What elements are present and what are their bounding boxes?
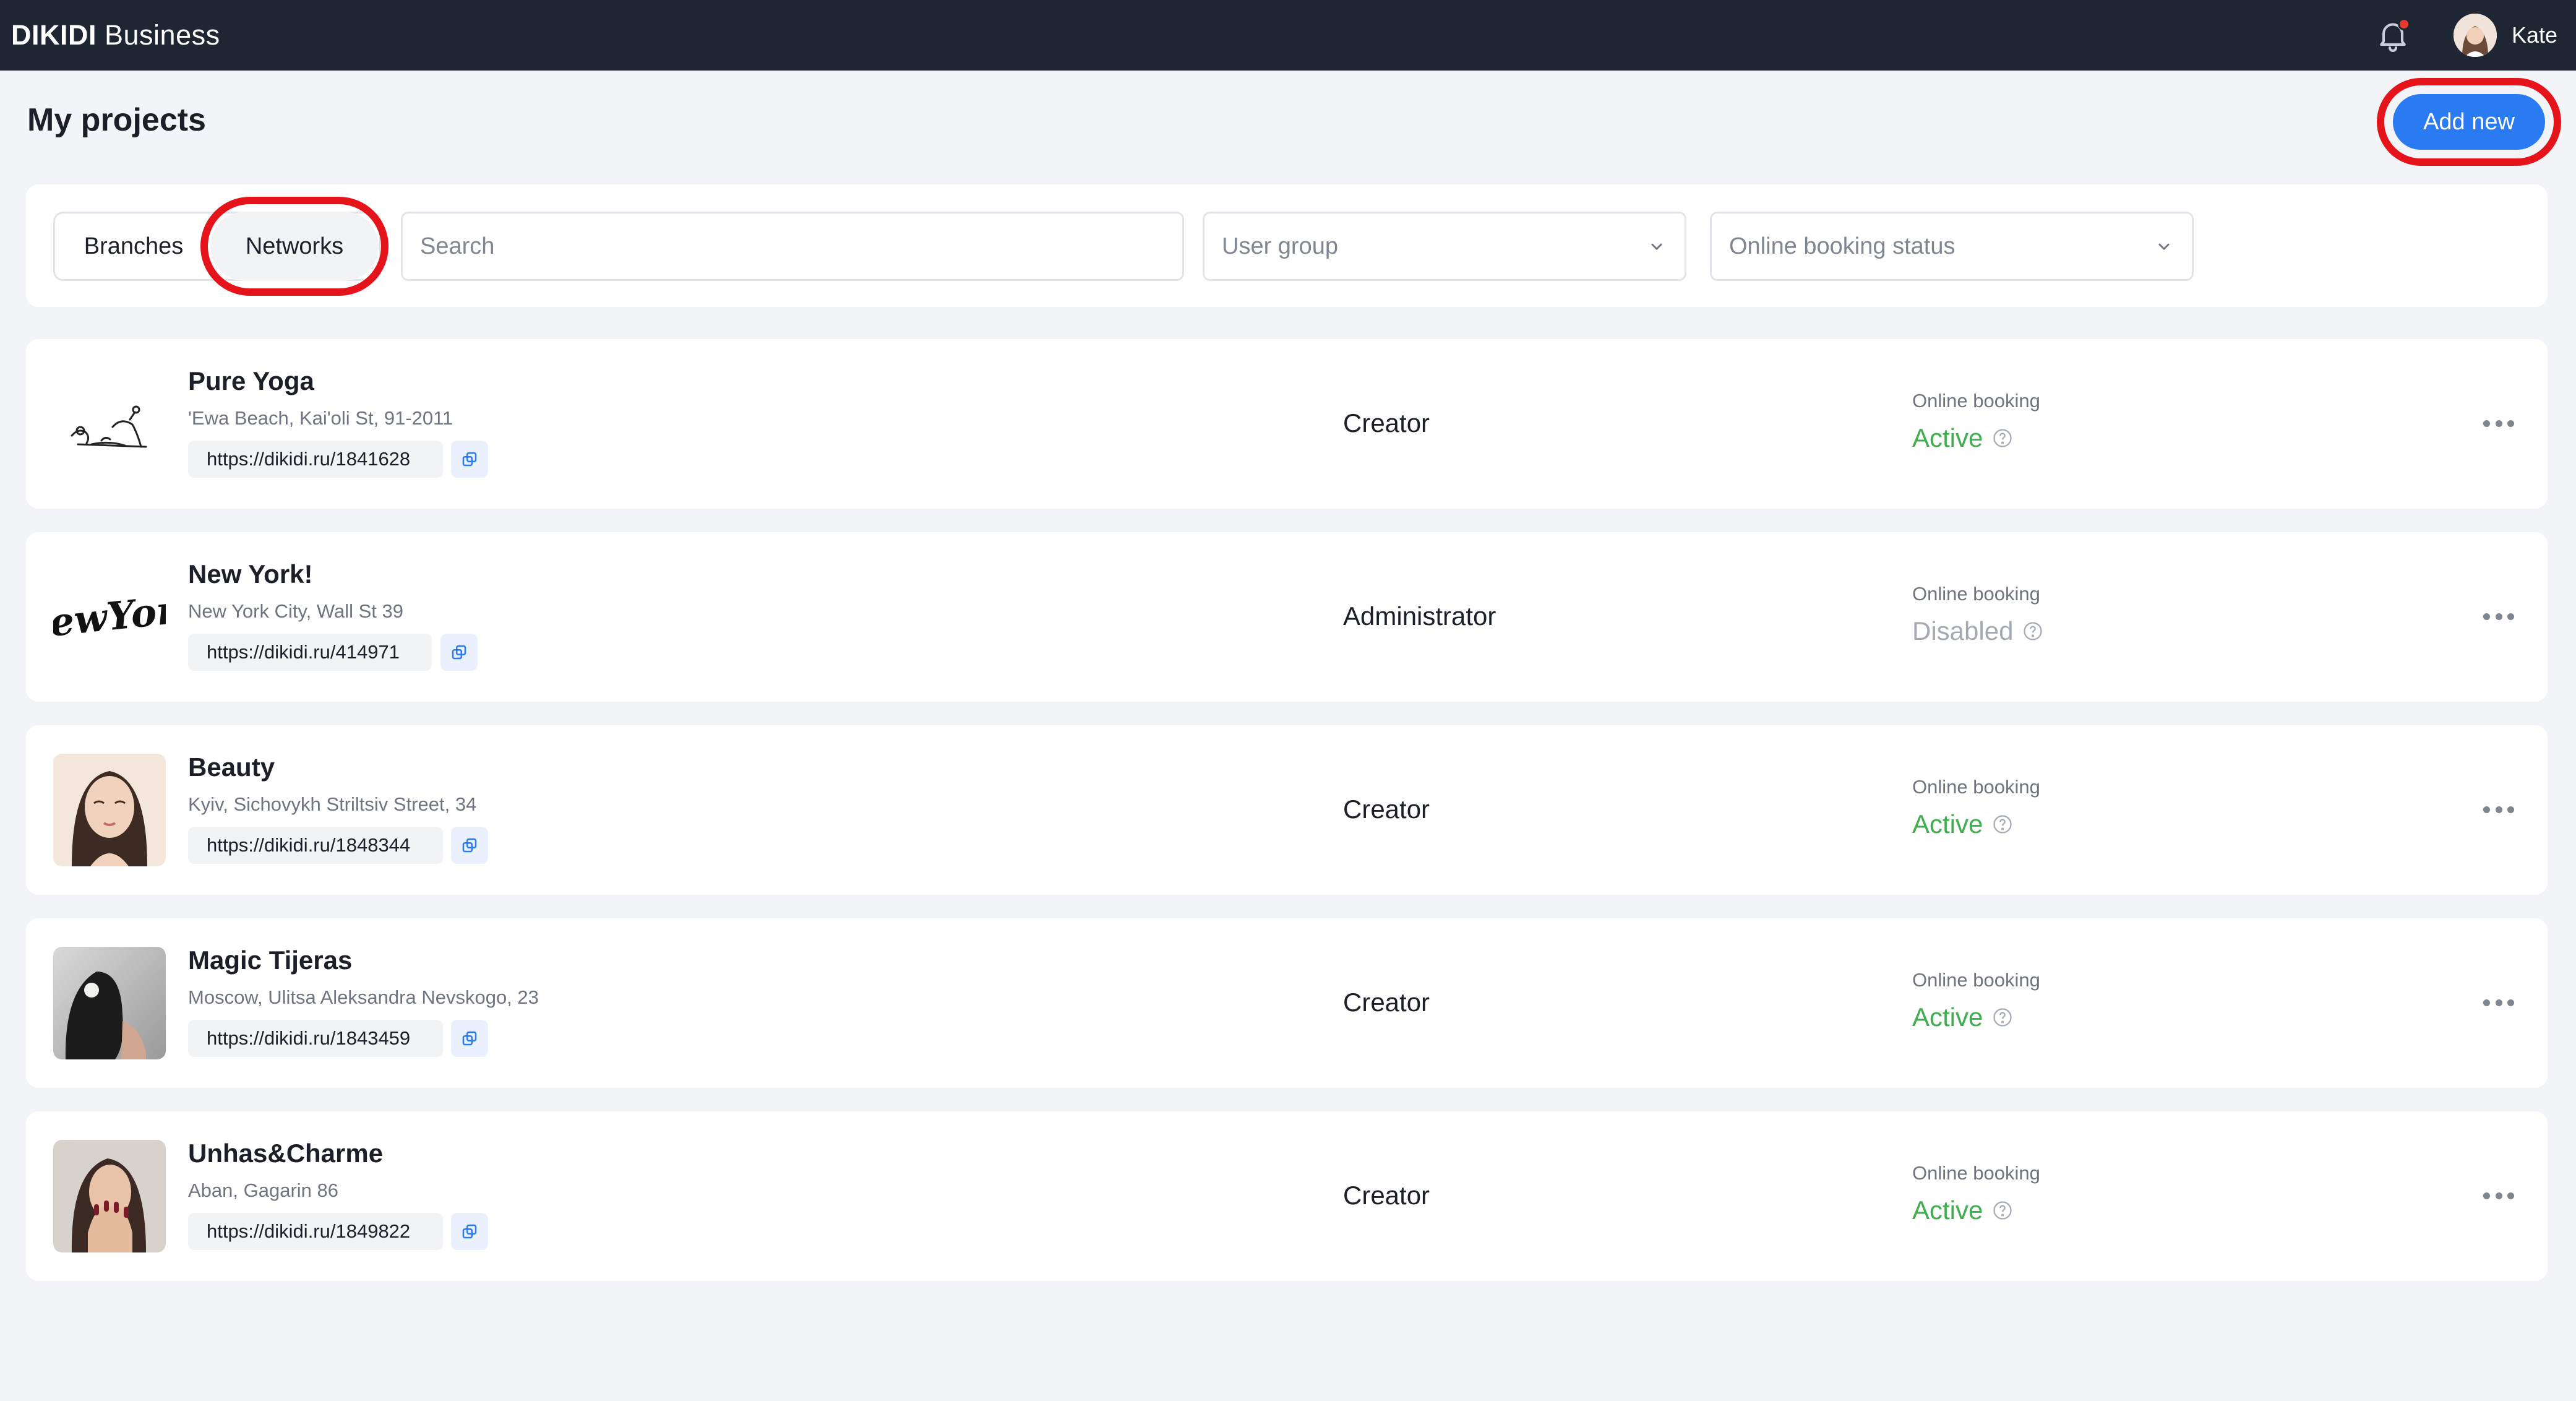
project-card[interactable]: Magic Tijeras Moscow, Ulitsa Aleksandra … bbox=[26, 918, 2548, 1088]
status-text: Active bbox=[1912, 809, 1983, 838]
project-card[interactable]: Beauty Kyiv, Sichovykh Striltsiv Street,… bbox=[26, 725, 2548, 895]
project-link[interactable]: https://dikidi.ru/1849822 bbox=[188, 1213, 443, 1250]
page-title: My projects bbox=[27, 102, 206, 138]
project-link[interactable]: https://dikidi.ru/1843459 bbox=[188, 1020, 443, 1057]
online-booking-label: Online booking bbox=[1912, 776, 2040, 798]
online-booking-status: Active bbox=[1912, 1196, 2014, 1225]
project-address: Kyiv, Sichovykh Striltsiv Street, 34 bbox=[188, 793, 477, 815]
project-role: Administrator bbox=[1343, 601, 1496, 631]
status-text: Active bbox=[1912, 423, 1983, 452]
project-address: Aban, Gagarin 86 bbox=[188, 1179, 339, 1201]
more-options-icon[interactable] bbox=[2477, 599, 2520, 634]
project-name[interactable]: Pure Yoga bbox=[188, 366, 314, 396]
project-link[interactable]: https://dikidi.ru/1848344 bbox=[188, 827, 443, 864]
woman-portrait-logo bbox=[53, 754, 166, 866]
status-text: Active bbox=[1912, 1002, 1983, 1032]
project-card[interactable]: NewYork New York! New York City, Wall St… bbox=[26, 532, 2548, 702]
project-address: Moscow, Ulitsa Aleksandra Nevskogo, 23 bbox=[188, 986, 539, 1008]
copy-icon[interactable] bbox=[440, 634, 478, 671]
copy-icon[interactable] bbox=[451, 827, 488, 864]
yoga-sketch-logo bbox=[53, 368, 166, 480]
hair-photo-logo bbox=[53, 947, 166, 1059]
tab-branches[interactable]: Branches bbox=[56, 213, 212, 279]
project-name[interactable]: Magic Tijeras bbox=[188, 946, 352, 975]
project-card[interactable]: Unhas&Charme Aban, Gagarin 86 https://di… bbox=[26, 1111, 2548, 1281]
top-right-controls: Kate bbox=[2374, 14, 2557, 57]
help-icon[interactable] bbox=[1991, 1199, 2014, 1222]
copy-icon[interactable] bbox=[451, 1213, 488, 1250]
help-icon[interactable] bbox=[2022, 620, 2044, 642]
project-role: Creator bbox=[1343, 1181, 1430, 1210]
bell-icon[interactable] bbox=[2374, 17, 2411, 54]
booking-status-select[interactable]: Online booking status bbox=[1710, 212, 2194, 281]
online-booking-label: Online booking bbox=[1912, 1162, 2040, 1184]
booking-status-placeholder: Online booking status bbox=[1729, 233, 1956, 259]
project-role: Creator bbox=[1343, 795, 1430, 824]
help-icon[interactable] bbox=[1991, 813, 2014, 835]
user-group-placeholder: User group bbox=[1222, 233, 1338, 259]
project-role: Creator bbox=[1343, 408, 1430, 438]
help-icon[interactable] bbox=[1991, 1006, 2014, 1028]
user-group-select[interactable]: User group bbox=[1203, 212, 1686, 281]
notification-dot bbox=[2397, 18, 2410, 30]
project-link[interactable]: https://dikidi.ru/1841628 bbox=[188, 441, 443, 478]
copy-icon[interactable] bbox=[451, 1020, 488, 1057]
online-booking-label: Online booking bbox=[1912, 390, 2040, 412]
status-text: Active bbox=[1912, 1196, 1983, 1225]
project-link[interactable]: https://dikidi.ru/414971 bbox=[188, 634, 432, 671]
online-booking-status: Active bbox=[1912, 809, 2014, 839]
networks-tab-highlight bbox=[200, 197, 389, 296]
search-field bbox=[401, 212, 1184, 281]
online-booking-label: Online booking bbox=[1912, 583, 2040, 605]
copy-icon[interactable] bbox=[451, 441, 488, 478]
more-options-icon[interactable] bbox=[2477, 792, 2520, 827]
project-card[interactable]: Pure Yoga 'Ewa Beach, Kai'oli St, 91-201… bbox=[26, 339, 2548, 509]
more-options-icon[interactable] bbox=[2477, 406, 2520, 441]
nails-photo-logo bbox=[53, 1140, 166, 1252]
project-address: 'Ewa Beach, Kai'oli St, 91-2011 bbox=[188, 407, 453, 429]
online-booking-status: Active bbox=[1912, 423, 2014, 453]
more-options-icon[interactable] bbox=[2477, 985, 2520, 1020]
chevron-down-icon bbox=[1646, 236, 1667, 257]
project-name[interactable]: New York! bbox=[188, 559, 313, 589]
status-text: Disabled bbox=[1912, 616, 2014, 645]
brand-logo[interactable]: DIKIDI Business bbox=[11, 19, 220, 51]
more-options-icon[interactable] bbox=[2477, 1178, 2520, 1213]
project-name[interactable]: Beauty bbox=[188, 752, 275, 782]
search-input[interactable] bbox=[420, 233, 1165, 260]
user-name[interactable]: Kate bbox=[2512, 22, 2557, 48]
online-booking-status: Disabled bbox=[1912, 616, 2044, 646]
newyork-script-logo: NewYork bbox=[53, 561, 166, 673]
add-new-button[interactable]: Add new bbox=[2393, 94, 2545, 150]
project-role: Creator bbox=[1343, 988, 1430, 1017]
user-avatar[interactable] bbox=[2453, 14, 2497, 57]
project-name[interactable]: Unhas&Charme bbox=[188, 1139, 383, 1168]
online-booking-status: Active bbox=[1912, 1002, 2014, 1032]
project-address: New York City, Wall St 39 bbox=[188, 600, 404, 622]
help-icon[interactable] bbox=[1991, 427, 2014, 449]
chevron-down-icon bbox=[2153, 236, 2175, 257]
top-bar: DIKIDI Business Kate bbox=[0, 0, 2576, 71]
online-booking-label: Online booking bbox=[1912, 969, 2040, 991]
